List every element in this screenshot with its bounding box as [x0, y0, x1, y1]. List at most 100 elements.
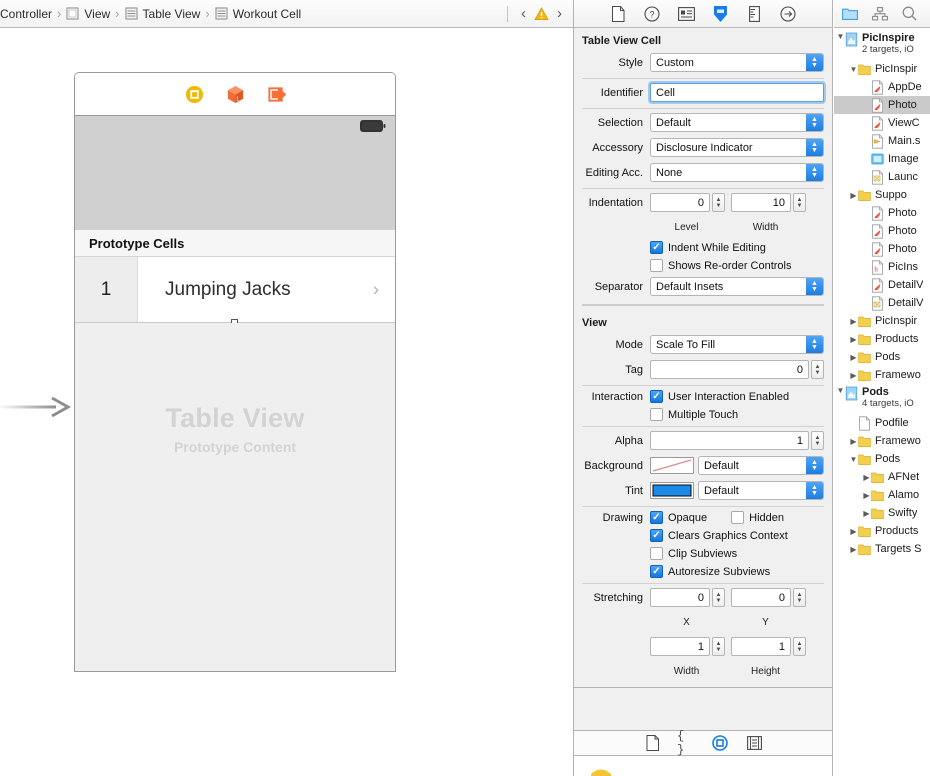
- tag-input[interactable]: 0: [650, 360, 809, 379]
- navigator-row[interactable]: ▶ Targets S: [834, 540, 930, 558]
- identifier-input[interactable]: Cell: [650, 83, 824, 102]
- stretch-width-input[interactable]: 1: [650, 637, 710, 656]
- multiple-touch-checkbox[interactable]: [650, 408, 663, 421]
- navigator-row[interactable]: ▶ Photo: [834, 240, 930, 258]
- tint-popup[interactable]: Default ▲ ▼: [698, 481, 824, 500]
- navigator-row[interactable]: ▶ AFNet: [834, 468, 930, 486]
- disclosure-triangle-closed-icon[interactable]: ▶: [849, 527, 858, 536]
- view-controller-scene[interactable]: 1 Prototype Cells 1 Jumping Jacks › Tabl…: [74, 72, 396, 672]
- navigator-row[interactable]: ▶ ViewC: [834, 114, 930, 132]
- disclosure-triangle-open-icon[interactable]: ▼: [836, 386, 845, 395]
- indentation-width-stepper[interactable]: ▲ ▼: [793, 193, 806, 212]
- opaque-checkbox[interactable]: [650, 511, 663, 524]
- tag-stepper[interactable]: ▲ ▼: [811, 360, 824, 379]
- breadcrumb-item-table-view[interactable]: Table View ›: [124, 0, 215, 28]
- row-multiple-touch[interactable]: Multiple Touch: [582, 408, 824, 421]
- quick-help-icon[interactable]: ?: [643, 5, 661, 23]
- project-navigator-icon[interactable]: [841, 5, 858, 22]
- autoresize-subviews-checkbox[interactable]: [650, 565, 663, 578]
- media-library-icon[interactable]: [745, 734, 763, 752]
- row-clears-graphics[interactable]: Clears Graphics Context: [582, 529, 824, 542]
- breadcrumb-item-controller[interactable]: Controller ›: [0, 0, 66, 28]
- view-controller-icon[interactable]: [185, 85, 204, 104]
- indentation-width-input[interactable]: 10: [731, 193, 791, 212]
- editing-accessory-popup[interactable]: None ▲ ▼: [650, 163, 824, 182]
- navigator-row[interactable]: ▶ Photo: [834, 204, 930, 222]
- navigator-row[interactable]: ▶ DetailV: [834, 294, 930, 312]
- attributes-inspector-icon[interactable]: [711, 5, 729, 23]
- stretch-x-stepper[interactable]: ▲ ▼: [712, 588, 725, 607]
- breadcrumb-item-workout-cell[interactable]: Workout Cell: [215, 0, 301, 28]
- row-shows-reorder[interactable]: Shows Re-order Controls: [582, 259, 824, 272]
- navigator-row[interactable]: ▶ Pods: [834, 348, 930, 366]
- library-list[interactable]: [574, 756, 832, 776]
- disclosure-triangle-closed-icon[interactable]: ▶: [849, 353, 858, 362]
- connections-inspector-icon[interactable]: [779, 5, 797, 23]
- navigator-tree[interactable]: ▼ PicInspire2 targets, iO ▼ PicInspir ▶ AppDe…: [834, 28, 930, 558]
- navigator-row[interactable]: ▶ Framewo: [834, 432, 930, 450]
- navigator-row[interactable]: ▶ Main.s: [834, 132, 930, 150]
- stretch-y-input[interactable]: 0: [731, 588, 791, 607]
- navigator-row[interactable]: ▼ PicInspire 2 targets, iO: [834, 30, 930, 60]
- next-issue-button[interactable]: ›: [552, 5, 567, 22]
- style-popup[interactable]: Custom ▲ ▼: [650, 53, 824, 72]
- object-library-icon[interactable]: [711, 734, 729, 752]
- file-template-library-icon[interactable]: [643, 734, 661, 752]
- disclosure-triangle-closed-icon[interactable]: ▶: [849, 437, 858, 446]
- stretch-width-stepper[interactable]: ▲ ▼: [712, 637, 725, 656]
- navigator-row[interactable]: ▶ Photo: [834, 222, 930, 240]
- separator-popup[interactable]: Default Insets ▲ ▼: [650, 277, 824, 296]
- disclosure-triangle-closed-icon[interactable]: ▶: [862, 473, 871, 482]
- disclosure-triangle-closed-icon[interactable]: ▶: [849, 317, 858, 326]
- navigator-row[interactable]: ▼ Pods: [834, 450, 930, 468]
- navigator-row[interactable]: ▶ Swifty: [834, 504, 930, 522]
- prototype-cell[interactable]: 1 Jumping Jacks ›: [75, 257, 395, 326]
- stretch-height-stepper[interactable]: ▲ ▼: [793, 637, 806, 656]
- breadcrumb-item-view[interactable]: View ›: [66, 0, 124, 28]
- mode-popup[interactable]: Scale To Fill ▲ ▼: [650, 335, 824, 354]
- disclosure-triangle-closed-icon[interactable]: ▶: [849, 371, 858, 380]
- indentation-level-input[interactable]: 0: [650, 193, 710, 212]
- hidden-checkbox[interactable]: [731, 511, 745, 524]
- code-snippet-library-icon[interactable]: { }: [677, 729, 695, 757]
- stretch-y-stepper[interactable]: ▲ ▼: [793, 588, 806, 607]
- identity-inspector-icon[interactable]: [677, 5, 695, 23]
- indent-while-editing-checkbox[interactable]: [650, 241, 663, 254]
- alpha-stepper[interactable]: ▲ ▼: [811, 431, 824, 450]
- navigator-row[interactable]: ▶ Photo: [834, 96, 930, 114]
- alpha-input[interactable]: 1: [650, 431, 809, 450]
- interface-builder-canvas[interactable]: 1 Prototype Cells 1 Jumping Jacks › Tabl…: [0, 28, 573, 776]
- navigator-row[interactable]: ▼ Pods 4 targets, iO: [834, 384, 930, 414]
- row-drawing[interactable]: Drawing Opaque Hidden: [582, 511, 824, 524]
- user-interaction-checkbox[interactable]: [650, 390, 663, 403]
- navigator-row[interactable]: ▶h PicIns: [834, 258, 930, 276]
- exit-icon[interactable]: [267, 85, 286, 104]
- navigator-row[interactable]: ▶ PicInspir: [834, 312, 930, 330]
- navigator-row[interactable]: ▶ Suppo: [834, 186, 930, 204]
- navigator-row[interactable]: ▶ AppDe: [834, 78, 930, 96]
- disclosure-triangle-open-icon[interactable]: ▼: [849, 65, 858, 74]
- navigator-row[interactable]: ▶ Launc: [834, 168, 930, 186]
- row-autoresize-subviews[interactable]: Autoresize Subviews: [582, 565, 824, 578]
- navigator-row[interactable]: ▶ Image: [834, 150, 930, 168]
- cell-content-view[interactable]: Jumping Jacks ›: [138, 257, 395, 322]
- disclosure-triangle-closed-icon[interactable]: ▶: [849, 191, 858, 200]
- file-inspector-icon[interactable]: [609, 5, 627, 23]
- navigator-row[interactable]: ▼ PicInspir: [834, 60, 930, 78]
- stretch-height-input[interactable]: 1: [731, 637, 791, 656]
- navigator-row[interactable]: ▶ Framewo: [834, 366, 930, 384]
- warning-triangle-icon[interactable]: [534, 6, 549, 21]
- row-indent-while-editing[interactable]: Indent While Editing: [582, 241, 824, 254]
- first-responder-icon[interactable]: 1: [226, 85, 245, 104]
- disclosure-triangle-closed-icon[interactable]: ▶: [849, 335, 858, 344]
- navigator-row[interactable]: ▶ Podfile: [834, 414, 930, 432]
- navigator-row[interactable]: ▶ Alamo: [834, 486, 930, 504]
- disclosure-triangle-open-icon[interactable]: ▼: [849, 455, 858, 464]
- find-navigator-icon[interactable]: [901, 5, 918, 22]
- navigator-row[interactable]: ▶ DetailV: [834, 276, 930, 294]
- disclosure-triangle-open-icon[interactable]: ▼: [836, 32, 845, 41]
- stretch-x-input[interactable]: 0: [650, 588, 710, 607]
- navigator-row[interactable]: ▶ Products: [834, 330, 930, 348]
- shows-reorder-checkbox[interactable]: [650, 259, 663, 272]
- disclosure-triangle-closed-icon[interactable]: ▶: [862, 509, 871, 518]
